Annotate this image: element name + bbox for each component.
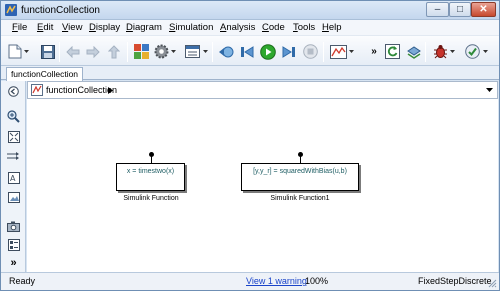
simulink-function-block[interactable]: [y,y_r] = squaredWithBias(u,b)	[241, 163, 359, 191]
block-name-label[interactable]: Simulink Function1	[246, 195, 354, 202]
toolbar-overflow-icon[interactable]: »	[365, 43, 383, 60]
annotation-icon[interactable]: A	[7, 171, 20, 184]
status-ready: Ready	[9, 276, 36, 286]
stop-icon[interactable]	[301, 43, 319, 60]
toolbar-separator	[323, 42, 324, 62]
menu-view[interactable]: View	[62, 22, 82, 33]
function-prototype: x = timestwo(x)	[126, 168, 175, 175]
signal-line-arrow-icon[interactable]	[7, 150, 20, 163]
model-explorer-icon[interactable]	[183, 43, 201, 60]
new-model-icon[interactable]	[6, 43, 24, 60]
step-forward-icon[interactable]	[280, 43, 298, 60]
new-dropdown-icon[interactable]	[24, 49, 29, 54]
palette-expand-icon[interactable]: »	[7, 256, 20, 269]
simulink-function-block[interactable]: x = timestwo(x)	[116, 163, 185, 191]
trigger-port-line	[151, 156, 152, 163]
model-browser-icon[interactable]	[7, 238, 20, 251]
model-canvas[interactable]: x = timestwo(x) Simulink Function [y,y_r…	[27, 99, 498, 272]
menu-tools[interactable]: Tools	[293, 22, 315, 33]
trigger-port-line	[300, 156, 301, 163]
debug-bug-icon[interactable]	[431, 43, 449, 60]
fit-to-view-icon[interactable]	[7, 130, 20, 143]
menu-diagram[interactable]: Diagram	[126, 22, 162, 33]
advisor-dropdown-icon[interactable]	[483, 49, 488, 54]
model-advisor-check-icon[interactable]	[463, 43, 481, 60]
menu-display[interactable]: Display	[89, 22, 120, 33]
inspector-dropdown-icon[interactable]	[349, 49, 354, 54]
svg-text:A: A	[10, 174, 16, 183]
breadcrumb-model-name[interactable]: functionCollection	[46, 85, 117, 95]
simulink-app-icon	[5, 4, 17, 16]
screenshot-camera-icon[interactable]	[7, 220, 20, 233]
solver-name: FixedStepDiscrete	[418, 276, 492, 286]
forward-icon[interactable]	[84, 43, 102, 60]
menu-analysis[interactable]: Analysis	[220, 22, 255, 33]
update-diagram-icon[interactable]	[383, 43, 401, 60]
toolbar-separator	[59, 42, 60, 62]
block-name-label[interactable]: Simulink Function	[106, 195, 196, 202]
simulink-window: functionCollection – □ ✕ File Edit View …	[0, 0, 500, 291]
simulation-data-inspector-icon[interactable]	[329, 43, 347, 60]
up-icon[interactable]	[105, 43, 123, 60]
step-back-icon[interactable]	[217, 43, 235, 60]
menu-help[interactable]: Help	[322, 22, 342, 33]
minimize-button[interactable]: –	[426, 2, 449, 17]
settings-dropdown-icon[interactable]	[171, 49, 176, 54]
hide-show-browser-icon[interactable]	[7, 85, 20, 98]
model-tab-strip: functionCollection	[1, 66, 499, 81]
address-bar: functionCollection	[27, 81, 498, 99]
step-backward-icon[interactable]	[238, 43, 256, 60]
zoom-level: 100%	[305, 276, 329, 286]
toolbar: »	[1, 35, 499, 66]
title-bar: functionCollection – □ ✕	[1, 1, 499, 20]
maximize-button[interactable]: □	[449, 2, 471, 17]
image-icon[interactable]	[7, 191, 20, 204]
function-prototype: [y,y_r] = squaredWithBias(u,b)	[253, 168, 347, 175]
menu-code[interactable]: Code	[262, 22, 285, 33]
breadcrumb-arrow-icon[interactable]	[108, 87, 113, 94]
run-icon[interactable]	[259, 43, 277, 60]
window-title: functionCollection	[21, 5, 100, 16]
toolbar-separator	[127, 42, 128, 62]
menu-simulation[interactable]: Simulation	[169, 22, 213, 33]
debug-dropdown-icon[interactable]	[450, 49, 455, 54]
menu-file[interactable]: File	[12, 22, 27, 33]
address-dropdown-icon[interactable]	[486, 88, 493, 93]
close-button[interactable]: ✕	[471, 2, 496, 17]
model-icon	[31, 84, 43, 96]
explorer-dropdown-icon[interactable]	[203, 49, 208, 54]
warning-link[interactable]: View 1 warning	[246, 276, 307, 286]
library-browser-icon[interactable]	[132, 43, 150, 60]
build-model-icon[interactable]	[405, 43, 423, 60]
tool-palette: A »	[1, 81, 26, 272]
resize-grip-icon[interactable]	[488, 279, 497, 288]
menu-bar: File Edit View Display Diagram Simulatio…	[1, 20, 499, 35]
model-settings-gear-icon[interactable]	[152, 43, 170, 60]
menu-edit[interactable]: Edit	[37, 22, 53, 33]
zoom-icon[interactable]	[7, 110, 20, 123]
back-icon[interactable]	[64, 43, 82, 60]
save-icon[interactable]	[39, 43, 57, 60]
status-bar: Ready View 1 warning 100% FixedStepDiscr…	[1, 272, 499, 290]
tab-functioncollection[interactable]: functionCollection	[6, 67, 83, 81]
toolbar-separator	[425, 42, 426, 62]
toolbar-separator	[212, 42, 213, 62]
